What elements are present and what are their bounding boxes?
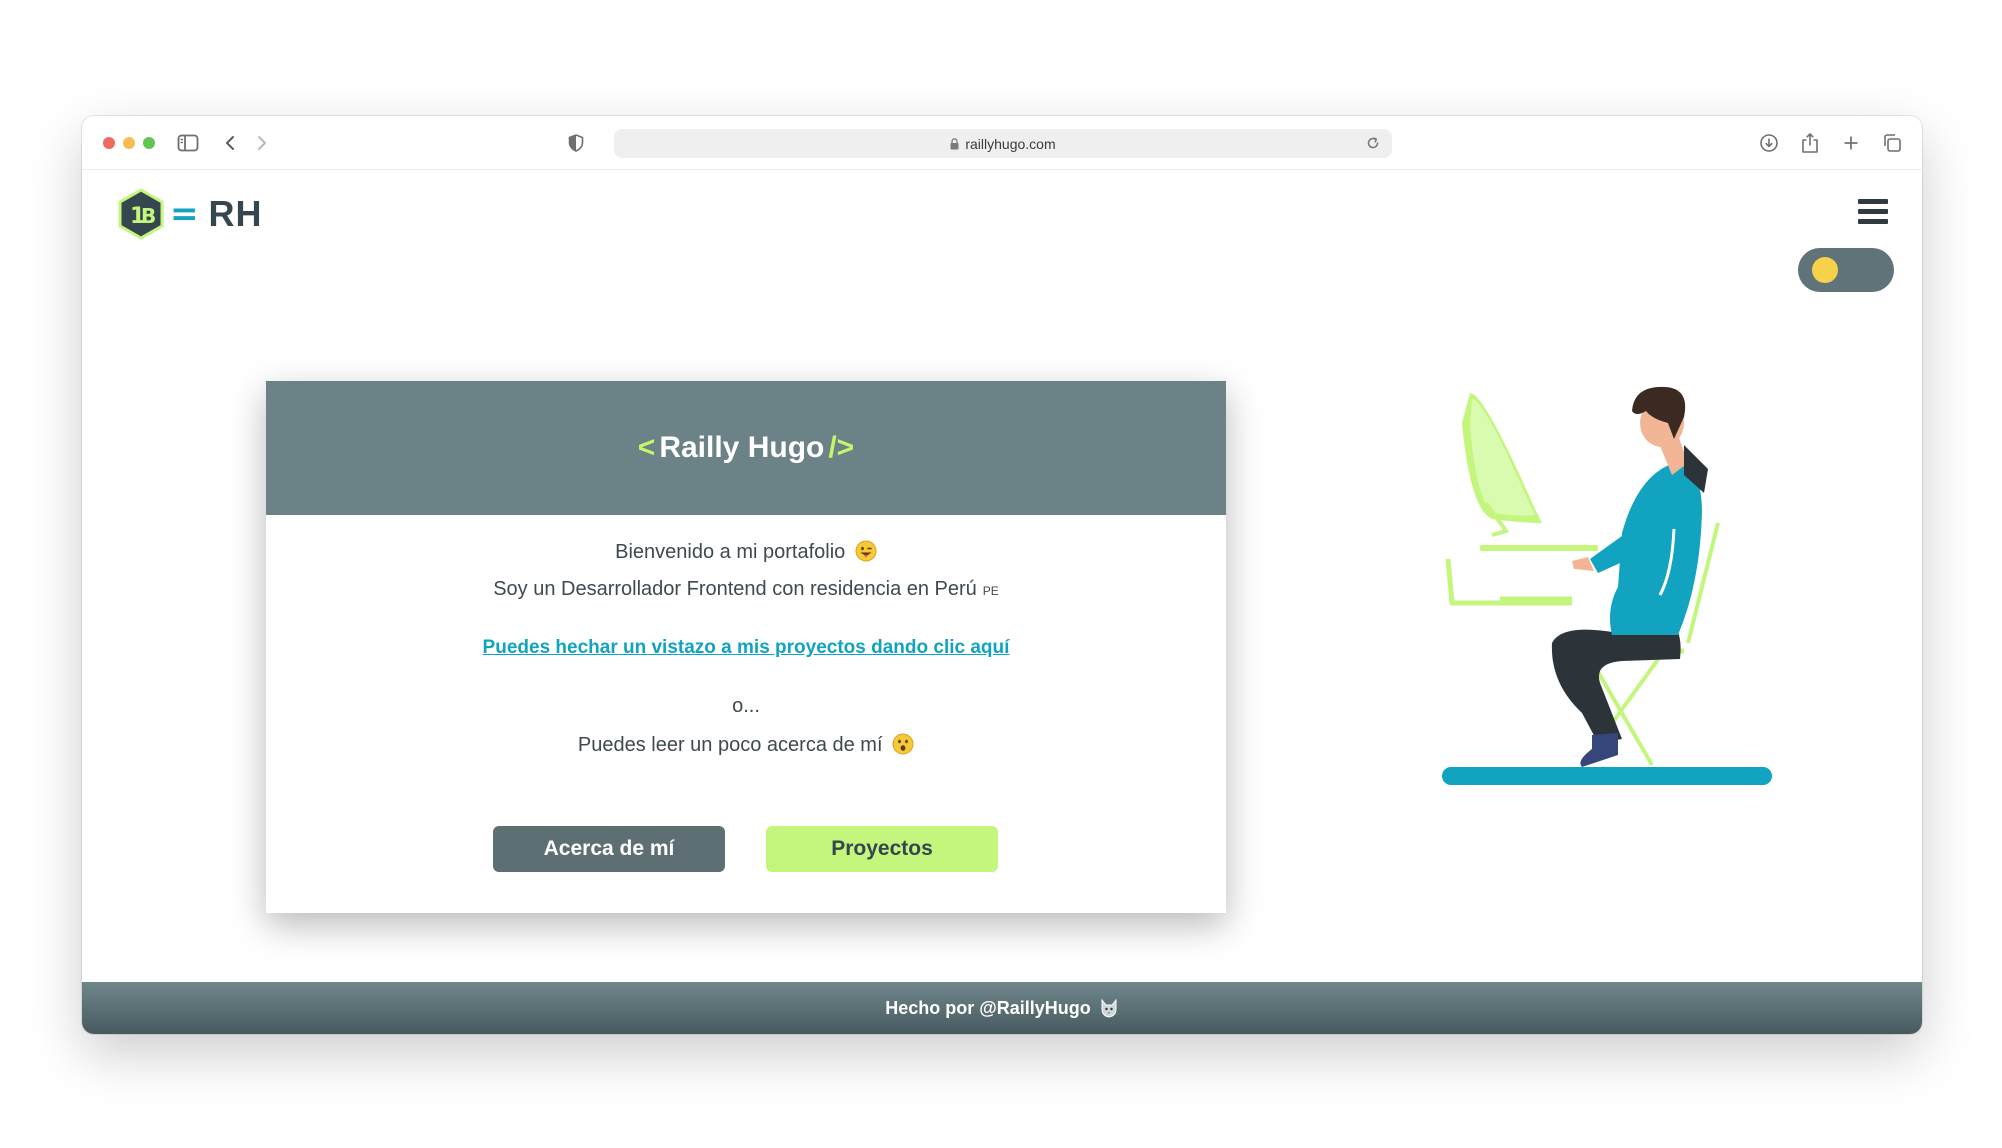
site-logo[interactable]: 1 B = RH — [118, 188, 263, 240]
sidebar-toggle-icon[interactable] — [176, 130, 200, 156]
minimize-window-button[interactable] — [123, 137, 135, 149]
surprised-face-emoji-icon — [892, 733, 914, 755]
lock-icon — [950, 137, 959, 150]
browser-window: raillyhugo.com 1 B = RH < Railly Hugo />… — [82, 116, 1922, 1034]
card-title: Railly Hugo — [659, 431, 825, 464]
projects-button[interactable]: Proyectos — [766, 826, 998, 872]
about-text: Puedes leer un poco acerca de mí — [577, 734, 883, 756]
developer-at-computer-illustration — [1442, 386, 1772, 785]
peru-flag-label: PE — [982, 584, 999, 598]
forward-arrow-icon[interactable] — [254, 130, 270, 156]
title-close-tag: /> — [828, 431, 855, 464]
hamburger-menu-icon[interactable] — [1858, 199, 1888, 229]
projects-link[interactable]: Puedes hechar un vistazo a mis proyectos… — [483, 637, 1010, 658]
about-line: Puedes leer un poco acerca de mí — [266, 733, 1226, 757]
intro-line: Soy un Desarrollador Frontend con reside… — [266, 578, 1226, 601]
logo-hexagon-icon: 1 B — [118, 188, 164, 240]
privacy-shield-icon[interactable] — [566, 130, 586, 156]
welcome-card: < Railly Hugo /> Bienvenido a mi portafo… — [266, 381, 1226, 913]
page-footer: Hecho por @RaillyHugo — [82, 982, 1922, 1034]
svg-text:B: B — [141, 204, 156, 228]
card-body: Bienvenido a mi portafolio Soy un Desarr… — [266, 515, 1226, 913]
welcome-line: Bienvenido a mi portafolio — [266, 540, 1226, 564]
projects-link-line: Puedes hechar un vistazo a mis proyectos… — [266, 636, 1226, 659]
theme-toggle[interactable] — [1798, 248, 1894, 292]
tongue-out-emoji-icon — [855, 540, 877, 562]
reload-icon[interactable] — [1366, 136, 1380, 153]
url-text: raillyhugo.com — [965, 135, 1056, 152]
logo-text: RH — [208, 193, 263, 234]
tab-overview-icon[interactable] — [1881, 130, 1903, 156]
footer-text: Hecho por @RaillyHugo — [885, 997, 1091, 1018]
close-window-button[interactable] — [103, 137, 115, 149]
back-arrow-icon[interactable] — [222, 130, 238, 156]
about-me-button[interactable]: Acerca de mí — [493, 826, 725, 872]
new-tab-plus-icon[interactable] — [1840, 130, 1862, 156]
zoom-window-button[interactable] — [143, 137, 155, 149]
logo-separator: = — [170, 194, 199, 234]
or-text: o... — [732, 695, 760, 717]
welcome-text: Bienvenido a mi portafolio — [615, 541, 846, 563]
web-page: 1 B = RH < Railly Hugo /> Bienvenido a m… — [82, 170, 1922, 1034]
browser-toolbar: raillyhugo.com — [82, 116, 1922, 170]
address-bar[interactable]: raillyhugo.com — [614, 129, 1392, 158]
title-open-tag: < — [637, 431, 656, 464]
share-icon[interactable] — [1799, 130, 1821, 156]
wolf-emoji-icon — [1099, 998, 1119, 1018]
sun-knob-icon — [1812, 257, 1838, 283]
intro-text: Soy un Desarrollador Frontend con reside… — [493, 578, 977, 600]
card-header: < Railly Hugo /> — [266, 381, 1226, 515]
download-icon[interactable] — [1758, 130, 1780, 156]
